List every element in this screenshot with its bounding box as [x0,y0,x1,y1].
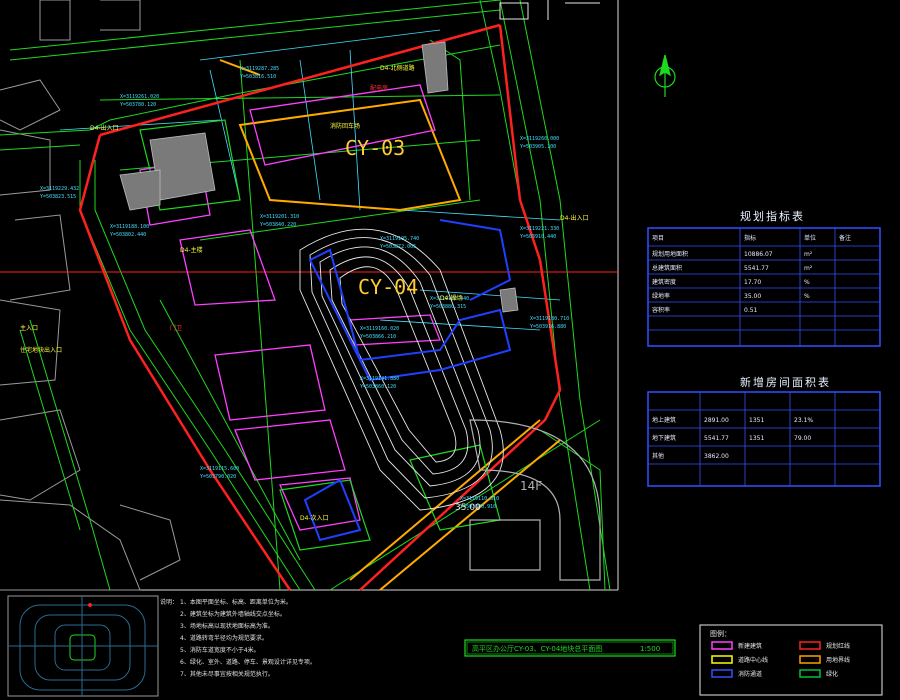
svg-text:Y=503823.515: Y=503823.515 [40,194,76,200]
svg-text:D4-次入口: D4-次入口 [300,514,329,522]
planning-row-1-col-1: 10886.07 [744,251,773,258]
planning-row-0-col-1: 指标 [744,234,756,242]
svg-text:Y=503816.510: Y=503816.510 [240,74,276,80]
legend-heading: 图例： [710,629,731,638]
svg-text:X=3119260.000: X=3119260.000 [520,136,559,142]
legend-label: 道路中心线 [738,656,768,664]
svg-text:主入口: 主入口 [20,324,38,332]
svg-text:X=3119180.710: X=3119180.710 [530,316,569,322]
svg-text:Y=503802.440: Y=503802.440 [110,232,146,238]
area-row-1-col-3: 79.00 [794,435,811,442]
notes-line-6: 7、其他未尽事宜按相关规范执行。 [180,670,274,678]
svg-text:X=3119229.432: X=3119229.432 [40,186,79,192]
svg-text:Y=503880.315: Y=503880.315 [430,304,466,310]
cy03-label: CY-03 [345,136,405,160]
svg-text:D4-出入口: D4-出入口 [560,214,589,222]
area-row-0-col-0: 地上建筑 [652,416,676,424]
notes-line-5: 6、绿化、室外、道路、停车、景观设计详见专项。 [180,658,316,666]
svg-text:Y=503790.020: Y=503790.020 [200,474,236,480]
planning-row-4-col-1: 35.00 [744,293,761,300]
svg-text:Y=503872.005: Y=503872.005 [380,244,416,250]
svg-text:X=3119287.285: X=3119287.285 [240,66,279,72]
planning-row-2-col-2: m² [804,265,813,272]
area-row-0-col-1: 2891.00 [704,417,729,424]
planning-row-3-col-0: 建筑密度 [652,278,676,286]
svg-text:X=3119160.020: X=3119160.020 [360,326,399,332]
dimension-3500-label: 35.00 [455,503,481,513]
svg-text:D4-出入口: D4-出入口 [90,124,119,132]
svg-text:D4-操场: D4-操场 [440,294,463,302]
notes-line-1: 2、建筑坐标为建筑外墙轴线交点坐标。 [180,610,286,618]
planning-row-4-col-0: 绿地率 [652,292,670,300]
title-block-scale: 1:500 [640,645,660,653]
svg-text:X=3119195.740: X=3119195.740 [380,236,419,242]
planning-row-5-col-1: 0.51 [744,307,758,314]
svg-text:D4-主楼: D4-主楼 [180,246,203,254]
area-row-1-col-2: 1351 [749,435,764,442]
notes-line-0: 1、本图平面坐标、标高、距离单位为米。 [180,598,292,606]
legend-label: 绿化 [826,670,838,678]
svg-text:Y=503916.880: Y=503916.880 [530,324,566,330]
planning-row-1-col-0: 规划用地面积 [652,250,688,258]
svg-text:住宅地块出入口: 住宅地块出入口 [20,346,62,354]
planning-row-1-col-2: m² [804,251,813,258]
svg-text:X=3119201.310: X=3119201.310 [260,214,299,220]
planning-index-title: 规划指标表 [740,210,805,223]
title-block-title: 高平区办公厅CY-03、CY-04地块总平面图 [472,644,602,653]
planning-row-5-col-0: 容积率 [652,306,670,314]
new-area-title: 新增房间面积表 [740,376,831,389]
svg-text:Y=503860.120: Y=503860.120 [360,384,396,390]
svg-text:D4-北侧道路: D4-北侧道路 [380,64,415,72]
svg-text:Y=503840.220: Y=503840.220 [260,222,296,228]
svg-text:Y=503910.440: Y=503910.440 [520,234,556,240]
legend-label: 用地界线 [826,656,850,664]
area-row-2-col-1: 3862.00 [704,453,729,460]
planning-row-0-col-3: 备注 [839,234,851,242]
area-row-2-col-0: 其他 [652,452,664,460]
legend-label: 消防通道 [738,670,762,678]
svg-text:X=3119221.330: X=3119221.330 [520,226,559,232]
svg-text:X=3119141.880: X=3119141.880 [360,376,399,382]
planning-row-0-col-2: 单位 [804,234,816,242]
notes-heading: 说明： [160,598,178,606]
legend-label: 新建建筑 [738,642,762,650]
notes-line-2: 3、场地标高以现状地面标高为准。 [180,622,274,630]
svg-text:Y=503866.210: Y=503866.210 [360,334,396,340]
site-plan-canvas: X=3119287.285 Y=503816.510 X=3119261.020… [0,0,900,700]
notes-line-4: 5、消防车道宽度不小于4米。 [180,646,260,654]
svg-text:配电房: 配电房 [370,84,388,92]
planning-row-3-col-2: % [804,279,810,286]
svg-text:Y=503780.120: Y=503780.120 [120,102,156,108]
svg-text:X=3119115.600: X=3119115.600 [200,466,239,472]
cy04-label: CY-04 [358,275,418,299]
svg-text:Y=503905.100: Y=503905.100 [520,144,556,150]
svg-text:X=3119110.310: X=3119110.310 [460,496,499,502]
planning-row-4-col-2: % [804,293,810,300]
floors-14f-label: 14F [520,479,542,493]
planning-row-0-col-0: 项目 [652,235,664,242]
area-row-0-col-3: 23.1% [794,417,813,424]
area-row-1-col-0: 地下建筑 [652,434,676,442]
notes-line-3: 4、道路转弯半径均为规范要求。 [180,634,268,642]
svg-text:消防回车场: 消防回车场 [330,122,360,130]
svg-text:X=3119261.020: X=3119261.020 [120,94,159,100]
planning-row-2-col-0: 总建筑面积 [652,264,682,272]
planning-row-3-col-1: 17.70 [744,279,761,286]
svg-text:X=3119188.100: X=3119188.100 [110,224,149,230]
planning-row-2-col-1: 5541.77 [744,265,769,272]
svg-text:门卫: 门卫 [170,324,182,332]
area-row-0-col-2: 1351 [749,417,764,424]
area-row-1-col-1: 5541.77 [704,435,729,442]
legend-label: 规划红线 [826,642,850,650]
